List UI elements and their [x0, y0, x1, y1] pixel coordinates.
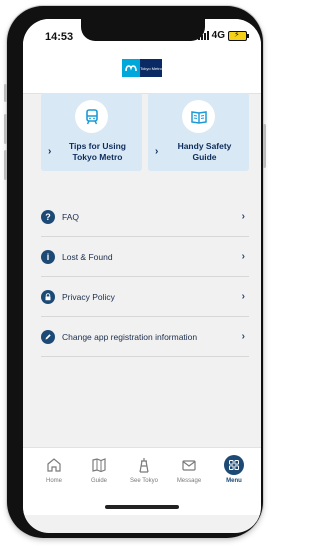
metro-logo-icon: [122, 59, 140, 77]
logo-wordmark: Tokyo Metro: [140, 59, 162, 77]
tile-tips-label: Tips for Using Tokyo Metro: [69, 141, 126, 162]
tab-home[interactable]: Home: [32, 454, 76, 484]
pencil-icon: [41, 329, 55, 344]
home-icon: [32, 454, 76, 476]
menu-item-label: Privacy Policy: [62, 291, 115, 302]
feature-tiles: › Tips for Using Tokyo Metro › Handy Saf…: [41, 93, 249, 173]
menu-item-label: Lost & Found: [62, 251, 113, 262]
power-button: [263, 124, 266, 168]
tab-see-tokyo[interactable]: See Tokyo: [122, 454, 166, 484]
tile-safety-guide-label: Handy Safety Guide: [177, 141, 232, 162]
tab-label: Menu: [226, 478, 242, 484]
chevron-right-icon: ›: [48, 146, 52, 157]
tokyo-metro-logo: Tokyo Metro: [122, 59, 162, 77]
question-icon: ?: [41, 209, 55, 224]
chevron-right-icon: ›: [241, 331, 245, 342]
menu-item-label: FAQ: [62, 211, 80, 222]
tab-message[interactable]: Message: [167, 454, 211, 484]
status-icons: 4G ⚡: [197, 30, 249, 41]
grid-icon: [212, 454, 256, 476]
menu-item-label: Change app registration information: [62, 331, 198, 342]
tab-guide[interactable]: Guide: [77, 454, 121, 484]
tower-icon: [122, 454, 166, 476]
home-indicator: [105, 505, 179, 509]
volume-up-button: [4, 114, 7, 144]
chevron-right-icon: ›: [241, 251, 245, 262]
app-screen: 14:53 4G ⚡ Tokyo Metro › Tips for Using …: [23, 19, 261, 533]
menu-item-lost-found[interactable]: i Lost & Found ›: [41, 237, 249, 277]
lock-icon: [41, 289, 55, 304]
menu-item-privacy-policy[interactable]: Privacy Policy ›: [41, 277, 249, 317]
chevron-right-icon: ›: [241, 211, 245, 222]
app-header: Tokyo Metro: [23, 51, 261, 94]
menu-item-faq[interactable]: ? FAQ ›: [41, 197, 249, 237]
tab-menu[interactable]: Menu: [212, 454, 256, 484]
tile-tips[interactable]: › Tips for Using Tokyo Metro: [41, 93, 142, 171]
tab-label: See Tokyo: [130, 478, 158, 484]
tab-label: Guide: [90, 478, 107, 484]
menu-item-change-registration[interactable]: Change app registration information ›: [41, 317, 249, 357]
mail-icon: [167, 454, 211, 476]
mute-switch: [4, 84, 7, 102]
train-icon: [75, 100, 108, 133]
book-icon: [182, 100, 215, 133]
menu-list: ? FAQ › i Lost & Found › Privacy Policy …: [41, 197, 249, 357]
network-type: 4G: [211, 30, 225, 41]
chevron-right-icon: ›: [241, 291, 245, 302]
tab-label: Home: [45, 478, 62, 484]
tile-safety-guide[interactable]: › Handy Safety Guide: [148, 93, 249, 171]
chevron-right-icon: ›: [155, 146, 159, 157]
battery-icon: ⚡: [228, 30, 249, 41]
tab-label: Message: [176, 478, 202, 484]
volume-down-button: [4, 150, 7, 180]
map-icon: [77, 454, 121, 476]
status-time: 14:53: [45, 31, 74, 43]
info-icon: i: [41, 249, 55, 264]
phone-notch: [81, 19, 205, 41]
